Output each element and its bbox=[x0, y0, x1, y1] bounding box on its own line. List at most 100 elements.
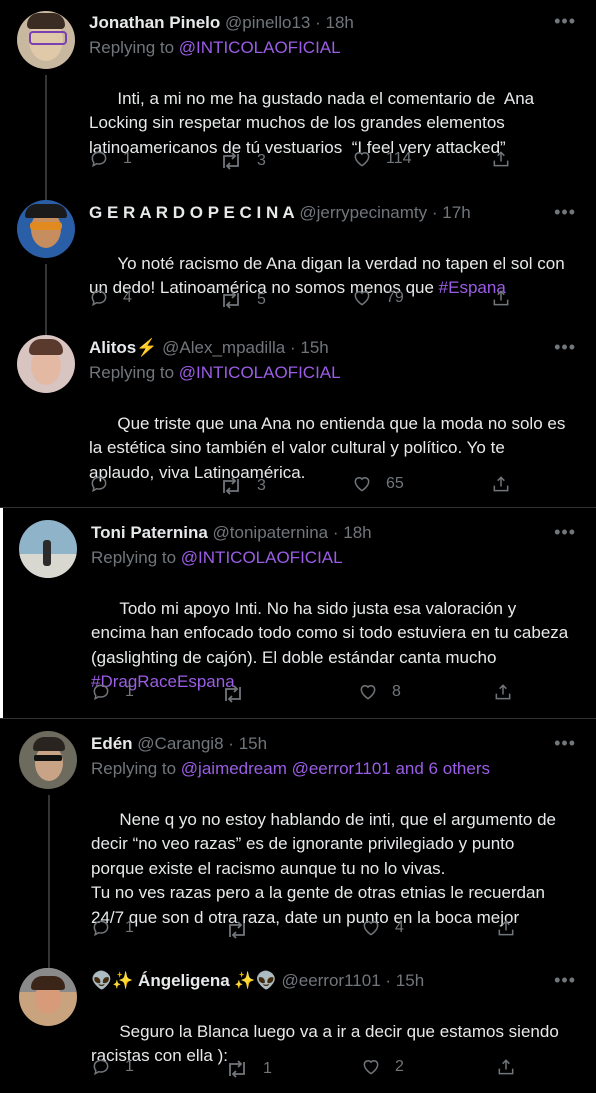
display-name[interactable]: G E R A R D O P E C I N A bbox=[89, 203, 295, 222]
timestamp[interactable]: 18h bbox=[343, 523, 371, 542]
tweet-header: 👽✨ Ángeligena ✨👽 @eerror1101 · 15h bbox=[91, 970, 424, 992]
like-button[interactable]: 79 bbox=[352, 288, 404, 308]
like-button[interactable]: 2 bbox=[361, 1057, 404, 1077]
tweet[interactable]: Jonathan Pinelo @pinello13 · 18h ••• Rep… bbox=[0, 0, 596, 192]
display-name[interactable]: Alitos⚡ bbox=[89, 338, 157, 357]
timestamp[interactable]: 15h bbox=[300, 338, 328, 357]
reply-button[interactable] bbox=[89, 474, 123, 494]
reply-button[interactable]: 1 bbox=[89, 149, 132, 169]
timestamp[interactable]: 15h bbox=[396, 971, 424, 990]
like-icon bbox=[361, 918, 381, 938]
avatar[interactable] bbox=[17, 11, 75, 69]
mention-link[interactable]: @INTICOLAOFICIAL bbox=[181, 548, 343, 567]
display-name[interactable]: Toni Paternina bbox=[91, 523, 208, 542]
reply-count: 4 bbox=[123, 289, 132, 306]
share-icon bbox=[496, 918, 516, 938]
display-name[interactable]: 👽✨ Ángeligena ✨👽 bbox=[91, 971, 277, 990]
reply-button[interactable]: 4 bbox=[89, 288, 132, 308]
retweet-icon bbox=[219, 288, 243, 312]
like-icon bbox=[358, 682, 378, 702]
action-bar: 1 1 2 bbox=[91, 1057, 531, 1081]
reply-button[interactable]: 1 bbox=[91, 918, 134, 938]
replying-to: Replying to @INTICOLAOFICIAL bbox=[89, 362, 341, 384]
timestamp[interactable]: 15h bbox=[239, 734, 267, 753]
share-button[interactable] bbox=[491, 149, 511, 169]
tweet[interactable]: Alitos⚡ @Alex_mpadilla · 15h ••• Replyin… bbox=[0, 329, 596, 507]
like-button[interactable]: 4 bbox=[361, 918, 404, 938]
reply-count: 1 bbox=[125, 683, 134, 700]
mention-link[interactable]: @jaimedream @eerror1101 and 6 others bbox=[181, 759, 490, 778]
avatar[interactable] bbox=[19, 731, 77, 789]
tweet-header: Alitos⚡ @Alex_mpadilla · 15h bbox=[89, 337, 329, 359]
reply-icon bbox=[91, 918, 111, 938]
separator: · bbox=[431, 203, 438, 222]
tweet[interactable]: Edén @Carangi8 · 15h ••• Replying to @ja… bbox=[0, 719, 596, 956]
tweet[interactable]: G E R A R D O P E C I N A @jerrypecinamt… bbox=[0, 192, 596, 329]
reply-icon bbox=[91, 682, 111, 702]
handle[interactable]: @Alex_mpadilla bbox=[162, 338, 285, 357]
like-button[interactable]: 65 bbox=[352, 474, 404, 494]
retweet-icon bbox=[221, 682, 245, 706]
reply-button[interactable]: 1 bbox=[91, 682, 134, 702]
retweet-button[interactable] bbox=[221, 682, 259, 706]
like-button[interactable]: 114 bbox=[352, 149, 412, 169]
timestamp[interactable]: 17h bbox=[442, 203, 470, 222]
tweet-header: G E R A R D O P E C I N A @jerrypecinamt… bbox=[89, 202, 471, 224]
retweet-button[interactable] bbox=[225, 918, 263, 942]
like-count: 65 bbox=[386, 475, 404, 492]
more-icon[interactable]: ••• bbox=[554, 337, 576, 357]
handle[interactable]: @Carangi8 bbox=[137, 734, 223, 753]
handle[interactable]: @jerrypecinamty bbox=[299, 203, 427, 222]
share-button[interactable] bbox=[493, 682, 513, 702]
share-button[interactable] bbox=[491, 288, 511, 308]
share-button[interactable] bbox=[491, 474, 511, 494]
avatar[interactable] bbox=[19, 520, 77, 578]
tweet[interactable]: 👽✨ Ángeligena ✨👽 @eerror1101 · 15h ••• S… bbox=[0, 956, 596, 1092]
more-icon[interactable]: ••• bbox=[554, 11, 576, 31]
tweet-text-content: Inti, a mi no me ha gustado nada el come… bbox=[89, 88, 539, 157]
tweet-text-content: Todo mi apoyo Inti. No ha sido justa esa… bbox=[91, 598, 569, 667]
mention-link[interactable]: @INTICOLAOFICIAL bbox=[179, 38, 341, 57]
more-icon[interactable]: ••• bbox=[554, 522, 576, 542]
retweet-button[interactable]: 3 bbox=[219, 474, 266, 498]
retweet-icon bbox=[225, 918, 249, 942]
action-bar: 1 8 bbox=[91, 682, 531, 706]
timestamp[interactable]: 18h bbox=[326, 13, 354, 32]
display-name[interactable]: Edén bbox=[91, 734, 133, 753]
share-button[interactable] bbox=[496, 1057, 516, 1077]
mention-link[interactable]: @INTICOLAOFICIAL bbox=[179, 363, 341, 382]
replying-to: Replying to @INTICOLAOFICIAL bbox=[89, 37, 341, 59]
handle[interactable]: @tonipaternina bbox=[213, 523, 329, 542]
more-icon[interactable]: ••• bbox=[554, 202, 576, 222]
reply-button[interactable]: 1 bbox=[91, 1057, 134, 1077]
retweet-button[interactable]: 3 bbox=[219, 149, 266, 173]
tweet-text-content: Nene q yo no estoy hablando de inti, que… bbox=[91, 809, 556, 927]
tweet-header: Toni Paternina @tonipaternina · 18h bbox=[91, 522, 372, 544]
display-name[interactable]: Jonathan Pinelo bbox=[89, 13, 220, 32]
tweet-header: Jonathan Pinelo @pinello13 · 18h bbox=[89, 12, 354, 34]
retweet-button[interactable]: 1 bbox=[225, 1057, 272, 1081]
share-icon bbox=[491, 474, 511, 494]
avatar[interactable] bbox=[17, 335, 75, 393]
separator: · bbox=[289, 338, 296, 357]
share-icon bbox=[496, 1057, 516, 1077]
share-icon bbox=[491, 288, 511, 308]
share-button[interactable] bbox=[496, 918, 516, 938]
retweet-button[interactable]: 5 bbox=[219, 288, 266, 312]
thread-line bbox=[45, 75, 47, 192]
tweet[interactable]: Toni Paternina @tonipaternina · 18h ••• … bbox=[0, 508, 596, 718]
handle[interactable]: @eerror1101 bbox=[281, 971, 380, 990]
like-count: 114 bbox=[386, 150, 412, 167]
thread-line bbox=[48, 956, 50, 968]
replying-label: Replying to bbox=[91, 759, 177, 778]
avatar[interactable] bbox=[19, 968, 77, 1026]
separator: · bbox=[385, 971, 392, 990]
more-icon[interactable]: ••• bbox=[554, 970, 576, 990]
handle[interactable]: @pinello13 bbox=[225, 13, 310, 32]
avatar[interactable] bbox=[17, 200, 75, 258]
reply-count: 1 bbox=[125, 919, 134, 936]
like-count: 79 bbox=[386, 289, 404, 306]
replying-label: Replying to bbox=[91, 548, 177, 567]
more-icon[interactable]: ••• bbox=[554, 733, 576, 753]
like-button[interactable]: 8 bbox=[358, 682, 401, 702]
